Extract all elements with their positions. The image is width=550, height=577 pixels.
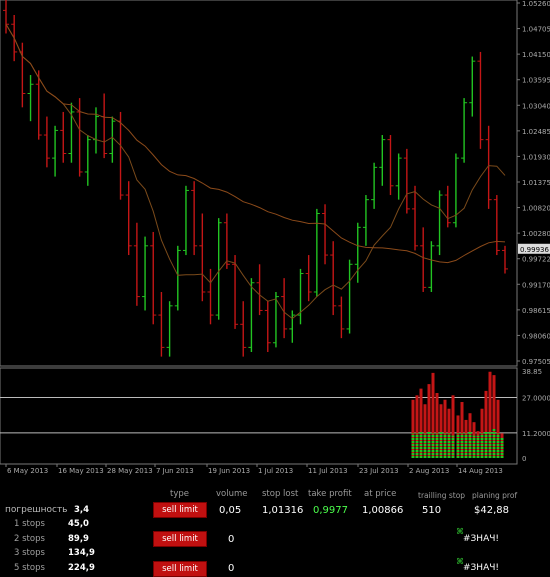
stops-value-2: 89,9 bbox=[68, 534, 89, 544]
header-type: type bbox=[170, 489, 189, 499]
date-tick-label: 2 Aug 2013 bbox=[409, 467, 449, 475]
date-tick-label: 6 May 2013 bbox=[7, 467, 48, 475]
price-tick-label: 1.03595 bbox=[522, 77, 550, 85]
stops-value-3: 134,9 bbox=[68, 548, 95, 558]
date-tick-label: 23 Jul 2013 bbox=[359, 467, 399, 475]
stops-value-5: 224,9 bbox=[68, 563, 95, 573]
date-tick-label: 14 Aug 2013 bbox=[458, 467, 503, 475]
volume-value-2: 0 bbox=[228, 534, 235, 545]
header-volume: volume bbox=[216, 489, 248, 499]
stops-label-1: 1 stops bbox=[14, 519, 45, 529]
stops-label-2: 2 stops bbox=[14, 534, 45, 544]
header-stop-lost: stop lost bbox=[262, 489, 299, 499]
price-tick-label: 1.04150 bbox=[522, 51, 550, 59]
planing-prof-value-3: #ЗНАЧ! bbox=[463, 563, 500, 573]
indicator-tick-label: 11.2000 bbox=[522, 430, 550, 438]
trailing-stop-value-1: 510 bbox=[422, 505, 442, 516]
price-tick-label: 1.01930 bbox=[522, 153, 550, 161]
planing-prof-value-2: #ЗНАЧ! bbox=[463, 534, 500, 544]
price-tick-label: 0.97505 bbox=[522, 358, 550, 366]
current-price-label: 0.99936 bbox=[520, 246, 549, 254]
header-planing-prof: planing prof bbox=[472, 491, 518, 500]
take-profit-value-1: 0,9977 bbox=[313, 505, 348, 516]
indicator-plot-frame bbox=[0, 367, 518, 465]
price-tick-label: 1.00820 bbox=[522, 205, 550, 213]
indicator-tick-label: 27.0000 bbox=[522, 395, 550, 403]
price-tick-label: 1.05260 bbox=[522, 0, 550, 8]
price-tick-label: 0.99170 bbox=[522, 281, 550, 289]
stop-lost-value-1: 1,01316 bbox=[262, 505, 304, 516]
stops-label-5: 5 stops bbox=[14, 563, 45, 573]
price-tick-label: 0.98060 bbox=[522, 332, 550, 340]
price-tick-label: 1.00280 bbox=[522, 230, 550, 238]
sell-limit-button-1[interactable]: sell limit bbox=[153, 502, 207, 518]
price-chart[interactable]: 1.05260 1.04705 1.04150 1.03595 1.03040 1.024… bbox=[0, 0, 550, 486]
stops-label-3: 3 stops bbox=[14, 548, 45, 558]
sell-limit-button-3[interactable]: sell limit bbox=[153, 561, 207, 577]
stops-value-1: 45,0 bbox=[68, 519, 89, 529]
error-label: погрешность bbox=[5, 505, 68, 515]
header-at-price: at price bbox=[364, 489, 397, 499]
header-trailing-stop: trailling stop bbox=[418, 491, 466, 500]
price-tick-label: 0.99722 bbox=[522, 256, 550, 264]
error-value: 3,4 bbox=[74, 505, 90, 515]
date-tick-label: 19 Jun 2013 bbox=[208, 467, 250, 475]
price-tick-label: 1.03040 bbox=[522, 102, 550, 110]
price-tick-label: 0.98615 bbox=[522, 307, 550, 315]
price-tick-label: 1.02485 bbox=[522, 128, 550, 136]
volume-value-1: 0,05 bbox=[219, 505, 242, 516]
price-tick-label: 1.01375 bbox=[522, 179, 550, 187]
sell-limit-button-2[interactable]: sell limit bbox=[153, 531, 207, 547]
date-tick-label: 28 May 2013 bbox=[107, 467, 153, 475]
planing-prof-value-1: $42,88 bbox=[474, 505, 509, 516]
volume-value-3: 0 bbox=[228, 563, 235, 574]
at-price-value-1: 1,00866 bbox=[362, 505, 404, 516]
indicator-tick-label: 38.85 bbox=[522, 368, 542, 376]
date-tick-label: 16 May 2013 bbox=[58, 467, 104, 475]
date-tick-label: 1 Jul 2013 bbox=[258, 467, 293, 475]
main-plot-frame bbox=[0, 0, 518, 367]
order-panel: type volume stop lost take profit at pri… bbox=[0, 486, 550, 577]
header-take-profit: take profit bbox=[308, 489, 352, 499]
date-tick-label: 7 Jun 2013 bbox=[156, 467, 194, 475]
chart-canvas[interactable]: 1.05260 1.04705 1.04150 1.03595 1.03040 1.024… bbox=[0, 0, 550, 486]
price-tick-label: 1.04705 bbox=[522, 26, 550, 34]
date-tick-label: 11 Jul 2013 bbox=[308, 467, 348, 475]
indicator-tick-label: 0 bbox=[522, 455, 526, 463]
